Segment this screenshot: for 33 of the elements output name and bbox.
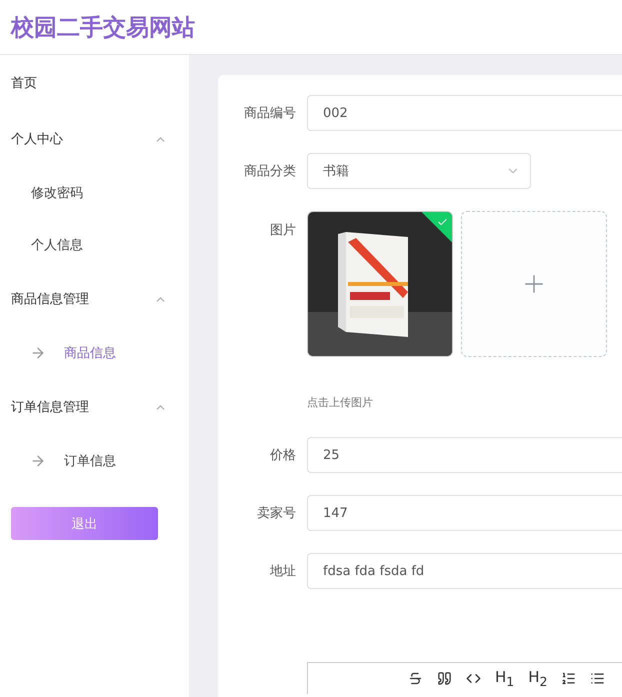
heading-button[interactable]: H$_{1}$ <box>495 668 514 689</box>
menu-label: 商品信息管理 <box>11 291 89 308</box>
strikethrough-icon[interactable] <box>408 671 423 686</box>
bullet-list-icon[interactable] <box>590 671 606 686</box>
menu-item[interactable]: 首页 <box>0 55 189 111</box>
text-input[interactable]: 147 <box>307 495 622 531</box>
field-label: 地址 <box>269 563 297 580</box>
menu-item[interactable]: 商品信息管理 <box>0 271 189 327</box>
quote-icon[interactable] <box>437 671 452 686</box>
numbered-list-icon[interactable] <box>561 671 576 686</box>
code-icon[interactable] <box>466 671 481 686</box>
submenu-item[interactable]: 修改密码 <box>0 167 189 219</box>
submenu-item[interactable]: 个人信息 <box>0 219 189 271</box>
submenu-item[interactable]: 订单信息 <box>0 435 189 487</box>
upload-hint: 点击上传图片 <box>307 395 374 410</box>
menu-label: 个人中心 <box>11 131 63 148</box>
submenu-item[interactable]: 商品信息 <box>0 327 189 379</box>
menu-item[interactable]: 订单信息管理 <box>0 379 189 435</box>
field-label: 商品分类 <box>243 163 297 180</box>
field-label: 卖家号 <box>256 505 297 522</box>
field-label: 价格 <box>269 447 297 464</box>
text-input[interactable]: 002 <box>307 95 622 131</box>
text-input[interactable]: fdsa fda fsda fd <box>307 553 622 589</box>
field-label: 图片 <box>269 222 297 239</box>
field-label: 商品编号 <box>243 105 297 122</box>
menu-label: 订单信息管理 <box>11 399 89 416</box>
category-select[interactable]: 书籍 <box>307 153 531 189</box>
menu-item[interactable]: 个人中心 <box>0 111 189 167</box>
site-title: 校园二手交易网站 <box>11 14 195 42</box>
menu-label: 首页 <box>11 75 37 92</box>
check-icon <box>436 216 448 228</box>
text-input[interactable]: 25 <box>307 437 622 473</box>
heading-button[interactable]: H$_{2}$ <box>528 668 548 689</box>
